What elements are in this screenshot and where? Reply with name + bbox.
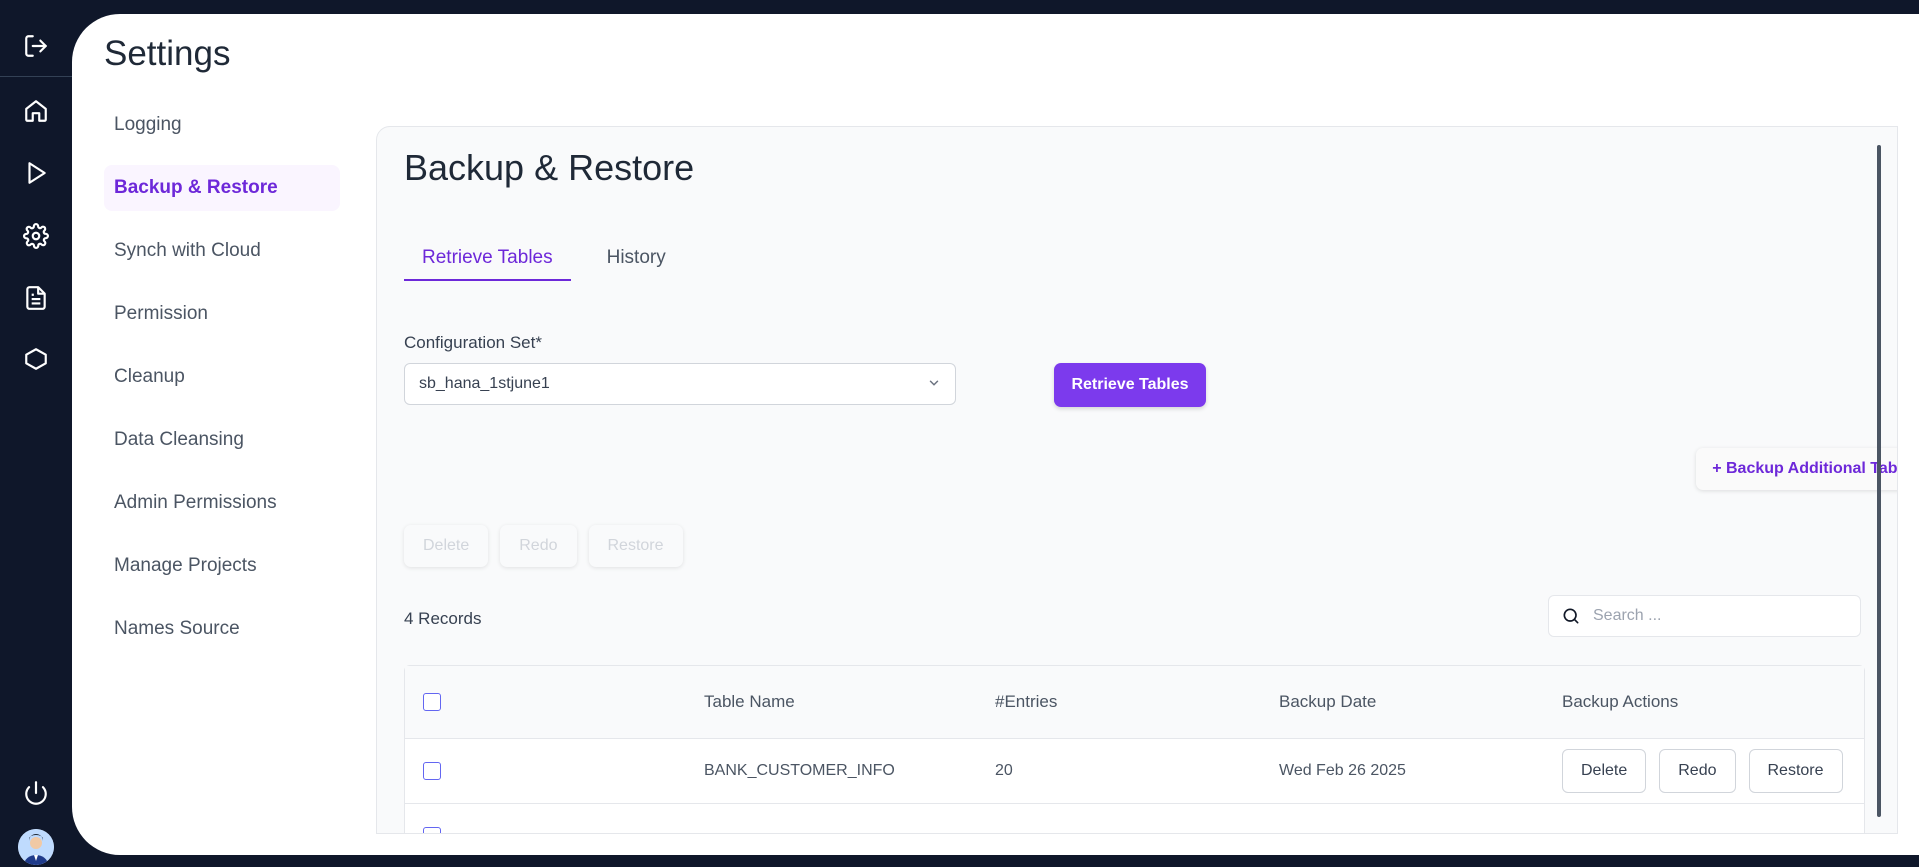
search-icon: [1561, 606, 1581, 626]
nav-item-names-source[interactable]: Names Source: [104, 606, 340, 652]
scrollbar[interactable]: [1877, 145, 1881, 817]
power-icon[interactable]: [16, 773, 56, 813]
search-input[interactable]: [1591, 606, 1855, 626]
nav-item-logging[interactable]: Logging: [104, 102, 340, 148]
header-table-name: Table Name: [704, 692, 795, 711]
header-entries: #Entries: [995, 692, 1058, 711]
nav-item-data-cleansing[interactable]: Data Cleansing: [104, 417, 340, 463]
bulk-actions: Delete Redo Restore: [404, 525, 683, 567]
header-backup-actions: Backup Actions: [1562, 692, 1679, 711]
nav-item-permission[interactable]: Permission: [104, 291, 340, 337]
nav-item-synch-with-cloud[interactable]: Synch with Cloud: [104, 228, 340, 274]
gear-icon[interactable]: [16, 216, 56, 256]
row-delete-button[interactable]: Delete: [1562, 749, 1647, 793]
table-row: BANK_CUSTOMER_INFO 20 Wed Feb 26 2025 De…: [405, 739, 1864, 804]
nav-item-admin-permissions[interactable]: Admin Permissions: [104, 480, 340, 526]
nav-item-backup-restore[interactable]: Backup & Restore: [104, 165, 340, 211]
configuration-set-value: sb_hana_1stjune1: [419, 375, 550, 392]
bulk-restore-button[interactable]: Restore: [588, 525, 683, 567]
retrieve-tables-button[interactable]: Retrieve Tables: [1054, 363, 1206, 407]
row-redo-button[interactable]: Redo: [1659, 749, 1736, 793]
logout-icon[interactable]: [16, 26, 56, 66]
row-restore-button[interactable]: Restore: [1748, 749, 1843, 793]
tab-retrieve-tables[interactable]: Retrieve Tables: [404, 237, 571, 281]
configuration-set-label: Configuration Set*: [404, 333, 542, 352]
records-count: 4 Records: [404, 609, 482, 628]
row-table-name: BANK_CUSTOMER_INFO: [704, 762, 895, 779]
main-panel: Settings Logging Backup & Restore Synch …: [72, 14, 1919, 855]
bulk-delete-button[interactable]: Delete: [404, 525, 489, 567]
rail-divider: [0, 76, 72, 77]
row-checkbox[interactable]: [423, 739, 441, 803]
avatar[interactable]: [18, 829, 54, 865]
tab-bar: Retrieve Tables History: [404, 237, 702, 281]
backup-table: Table Name #Entries Backup Date Backup A…: [404, 665, 1865, 833]
select-all-checkbox[interactable]: [423, 666, 441, 738]
table-row: [405, 804, 1864, 833]
configuration-set-select[interactable]: sb_hana_1stjune1: [404, 363, 956, 405]
hexagon-icon[interactable]: [16, 339, 56, 379]
header-backup-date: Backup Date: [1279, 692, 1377, 711]
table-header-row: Table Name #Entries Backup Date Backup A…: [405, 666, 1864, 739]
page-title: Settings: [104, 34, 231, 73]
settings-nav: Logging Backup & Restore Synch with Clou…: [104, 102, 340, 669]
document-icon[interactable]: [16, 278, 56, 318]
row-actions: Delete Redo Restore: [1562, 739, 1843, 803]
backup-additional-tables-button[interactable]: + Backup Additional Tables: [1696, 448, 1897, 490]
backup-restore-card: Backup & Restore Retrieve Tables History…: [376, 126, 1898, 834]
play-icon[interactable]: [16, 153, 56, 193]
search-box[interactable]: [1548, 595, 1861, 637]
row-checkbox[interactable]: [423, 804, 441, 833]
row-backup-date: Wed Feb 26 2025: [1279, 762, 1406, 779]
row-entries: 20: [995, 762, 1013, 779]
bulk-redo-button[interactable]: Redo: [500, 525, 577, 567]
chevron-down-icon: [927, 376, 941, 395]
card-title: Backup & Restore: [404, 147, 695, 188]
nav-item-manage-projects[interactable]: Manage Projects: [104, 543, 340, 589]
icon-rail: [0, 0, 72, 867]
home-icon[interactable]: [16, 91, 56, 131]
nav-item-cleanup[interactable]: Cleanup: [104, 354, 340, 400]
tab-history[interactable]: History: [589, 237, 684, 279]
